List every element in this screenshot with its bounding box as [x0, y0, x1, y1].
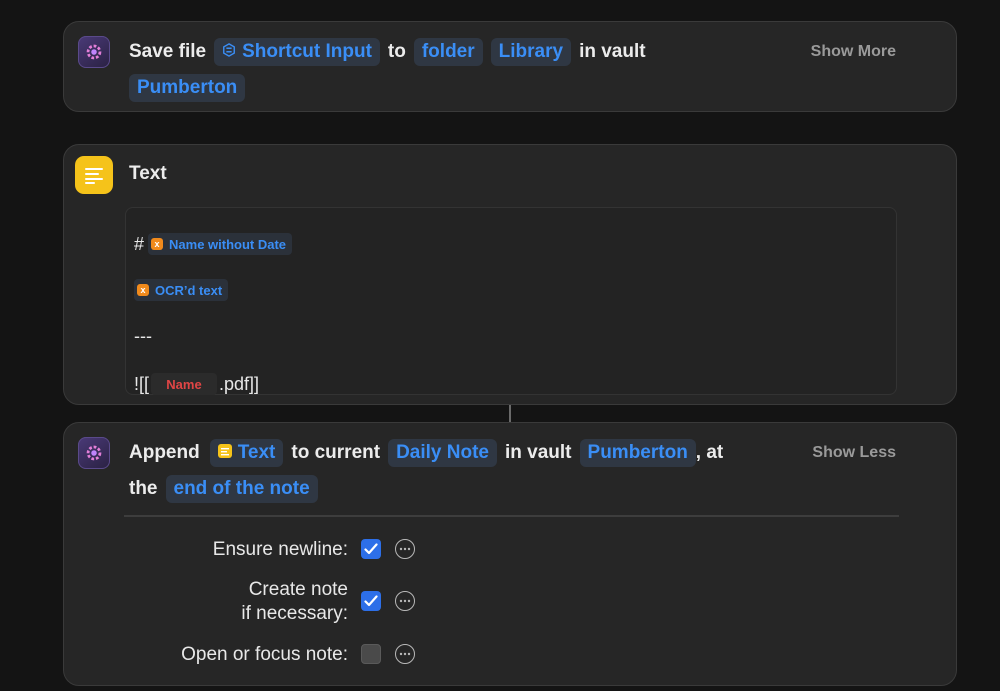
name-without-date-label: Name without Date	[169, 236, 287, 252]
ellipsis-circle-icon[interactable]	[395, 644, 415, 664]
name-variable-token[interactable]: Name	[151, 373, 218, 395]
text-action-title: Text	[129, 163, 167, 184]
ellipsis-circle-icon[interactable]	[395, 539, 415, 559]
text-action[interactable]: Text # x Name without Date x OCR’d text …	[63, 144, 957, 405]
open-focus-label: Open or focus note:	[181, 644, 348, 665]
text-variable-label: Text	[237, 442, 276, 463]
vault-token[interactable]: Pumberton	[579, 439, 696, 467]
append-action[interactable]: Append Text to current Daily Note in vau…	[63, 422, 957, 686]
the-word: the	[129, 478, 158, 499]
param-open-focus: Open or focus note:	[181, 643, 348, 667]
append-action-line-2: the end of the note	[129, 474, 326, 504]
shortcut-input-token[interactable]: Shortcut Input	[214, 38, 380, 66]
open-focus-checkbox[interactable]	[361, 644, 381, 664]
name-without-date-variable[interactable]: x Name without Date	[148, 233, 293, 255]
variable-x-icon: x	[137, 284, 149, 296]
parameters-divider	[124, 515, 899, 517]
to-word: to	[387, 41, 406, 62]
create-note-checkbox[interactable]	[361, 591, 381, 611]
obsidian-gear-icon	[78, 36, 110, 68]
vault-token[interactable]: Pumberton	[129, 74, 246, 102]
save-verb: Save file	[129, 41, 207, 62]
append-verb: Append	[129, 442, 200, 463]
save-action-line-1: Save file Shortcut Input to folder Libra…	[129, 37, 654, 67]
heading-hash: #	[134, 233, 145, 254]
obsidian-gear-icon	[78, 437, 110, 469]
editor-line-ocr: x OCR’d text	[134, 278, 229, 302]
ensure-newline-controls	[361, 539, 415, 559]
comma-at-word: , at	[695, 442, 724, 463]
shortcut-input-icon	[222, 41, 236, 63]
editor-line-heading: # x Name without Date	[134, 232, 293, 256]
in-vault-word: in vault	[579, 41, 646, 62]
editor-line-separator: ---	[134, 325, 152, 346]
library-token[interactable]: Library	[490, 38, 572, 66]
end-of-note-token[interactable]: end of the note	[165, 475, 318, 503]
embed-prefix: ![[	[134, 373, 150, 394]
save-action-line-2: Pumberton	[129, 73, 253, 103]
param-ensure-newline: Ensure newline:	[213, 538, 348, 562]
text-mini-icon	[217, 442, 232, 464]
ensure-newline-label: Ensure newline:	[212, 539, 348, 560]
create-note-label: Create note if necessary:	[241, 578, 348, 626]
save-file-action[interactable]: Save file Shortcut Input to folder Libra…	[63, 21, 957, 112]
show-more-button[interactable]: Show More	[811, 43, 896, 61]
action-connector	[509, 405, 511, 422]
create-note-label-line2: if necessary:	[241, 603, 348, 624]
shortcut-input-label: Shortcut Input	[242, 41, 372, 62]
ellipsis-circle-icon[interactable]	[395, 591, 415, 611]
append-action-line-1: Append Text to current Daily Note in vau…	[129, 438, 723, 468]
text-editor[interactable]: # x Name without Date x OCR’d text --- !…	[125, 207, 897, 395]
text-lines-icon	[75, 156, 113, 194]
param-create-note: Create note if necessary:	[241, 578, 348, 626]
in-vault-word: in vault	[505, 442, 572, 463]
folder-token[interactable]: folder	[413, 38, 483, 66]
variable-x-icon: x	[151, 238, 164, 250]
ocr-text-label: OCR’d text	[155, 282, 223, 298]
editor-line-embed: ![[ Name .pdf]]	[134, 372, 259, 396]
create-note-label-line1: Create note	[248, 579, 348, 600]
create-note-controls	[361, 591, 415, 611]
ocr-text-variable[interactable]: x OCR’d text	[134, 279, 229, 301]
show-less-button[interactable]: Show Less	[812, 444, 896, 462]
open-focus-controls	[361, 644, 415, 664]
daily-note-token[interactable]: Daily Note	[388, 439, 497, 467]
to-current-word: to current	[291, 442, 381, 463]
embed-suffix: .pdf]]	[219, 373, 260, 394]
ensure-newline-checkbox[interactable]	[361, 539, 381, 559]
text-variable-token[interactable]: Text	[209, 439, 284, 467]
